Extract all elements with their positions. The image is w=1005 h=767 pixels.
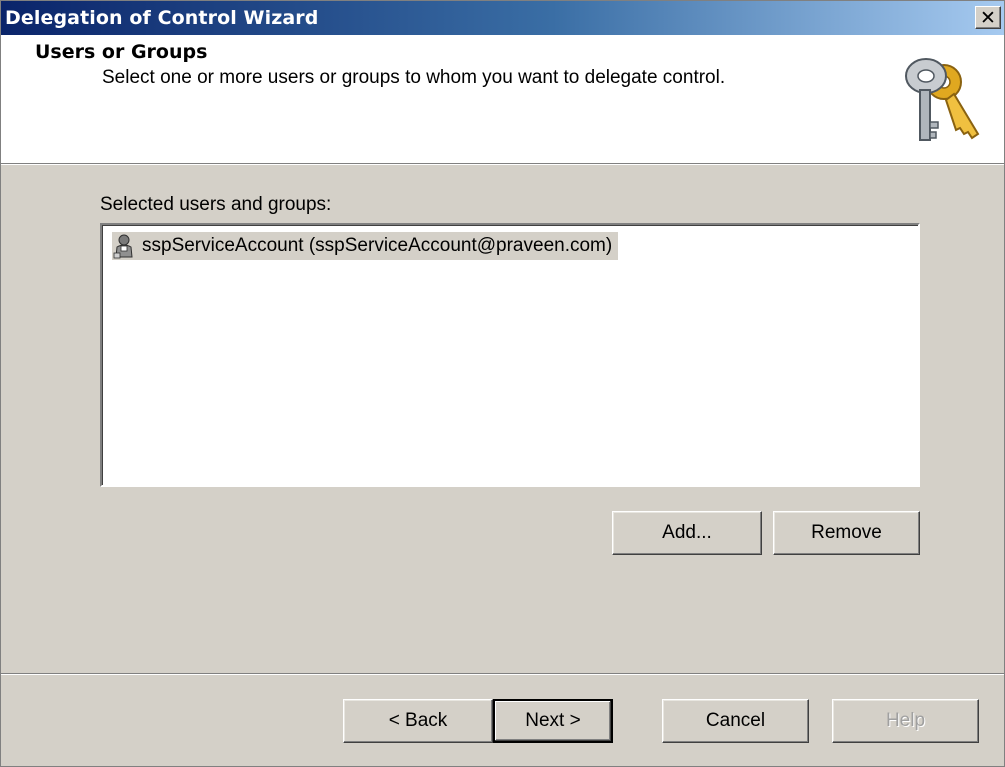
close-button[interactable]: ✕ (975, 6, 1001, 29)
header-divider (1, 163, 1004, 165)
title-bar[interactable]: Delegation of Control Wizard ✕ (1, 1, 1004, 35)
remove-button[interactable]: Remove (773, 511, 920, 555)
page-subtitle: Select one or more users or groups to wh… (102, 67, 726, 88)
keys-icon (905, 58, 980, 141)
footer-divider (1, 673, 1004, 675)
wizard-window: Delegation of Control Wizard ✕ Users or … (0, 0, 1005, 767)
cancel-button[interactable]: Cancel (662, 699, 809, 743)
users-groups-listbox[interactable]: sspServiceAccount (sspServiceAccount@pra… (100, 223, 920, 487)
user-icon (113, 234, 133, 259)
add-button[interactable]: Add... (612, 511, 762, 555)
window-title: Delegation of Control Wizard (5, 7, 319, 29)
next-button[interactable]: Next > (493, 699, 613, 743)
list-item-label: sspServiceAccount (sspServiceAccount@pra… (142, 235, 613, 256)
list-item[interactable]: sspServiceAccount (sspServiceAccount@pra… (112, 232, 619, 260)
back-button[interactable]: < Back (343, 699, 493, 743)
users-list-label: Selected users and groups: (100, 194, 332, 215)
help-button[interactable]: Help (832, 699, 979, 743)
close-icon: ✕ (980, 6, 996, 29)
page-title: Users or Groups (35, 41, 208, 63)
